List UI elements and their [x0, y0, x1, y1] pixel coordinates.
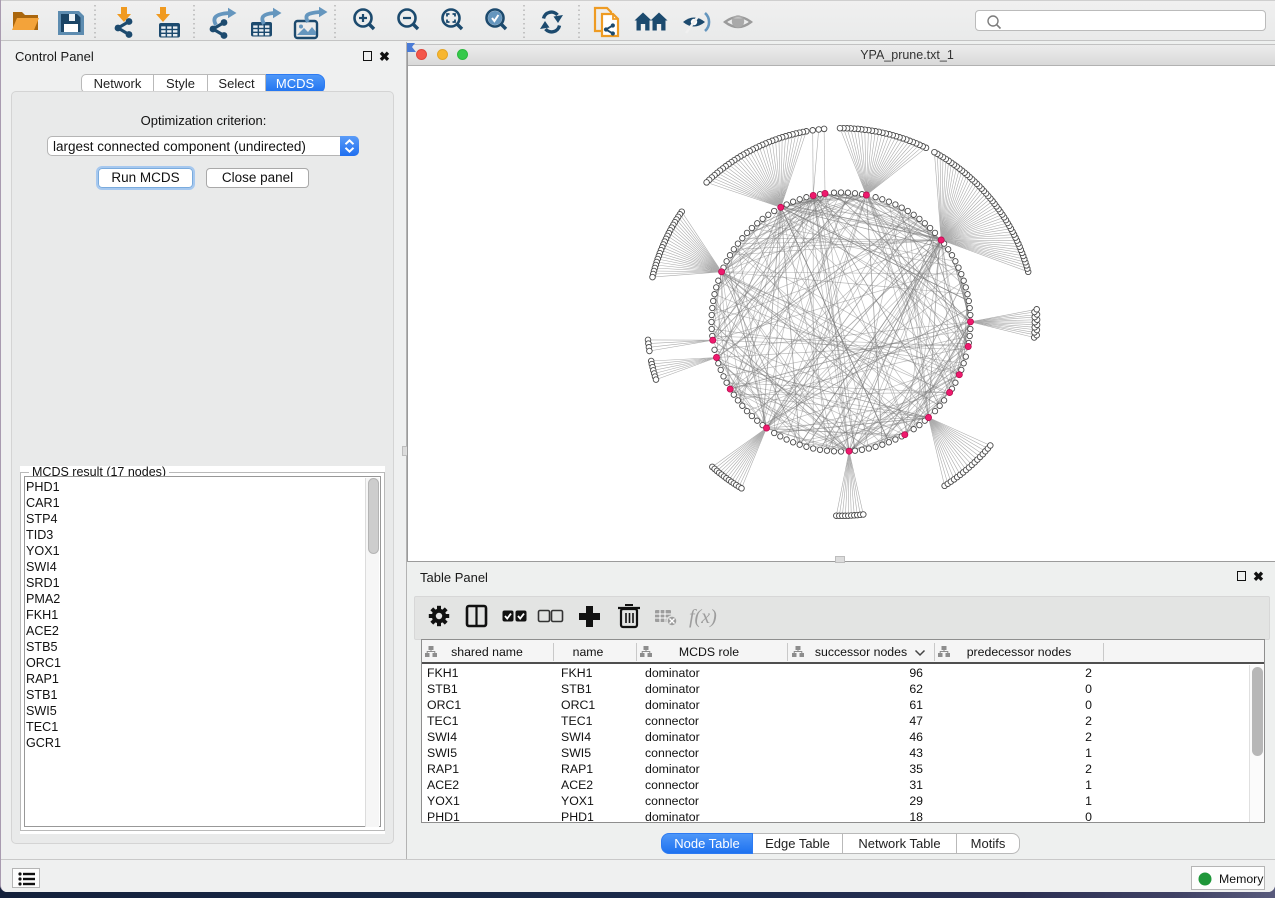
svg-text:f(x): f(x): [689, 606, 717, 628]
svg-text:successor nodes: successor nodes: [815, 645, 907, 659]
svg-text:shared name: shared name: [451, 645, 523, 659]
svg-text:MCDS role: MCDS role: [679, 645, 739, 659]
svg-text:name: name: [573, 645, 604, 659]
svg-text:predecessor nodes: predecessor nodes: [967, 645, 1072, 659]
